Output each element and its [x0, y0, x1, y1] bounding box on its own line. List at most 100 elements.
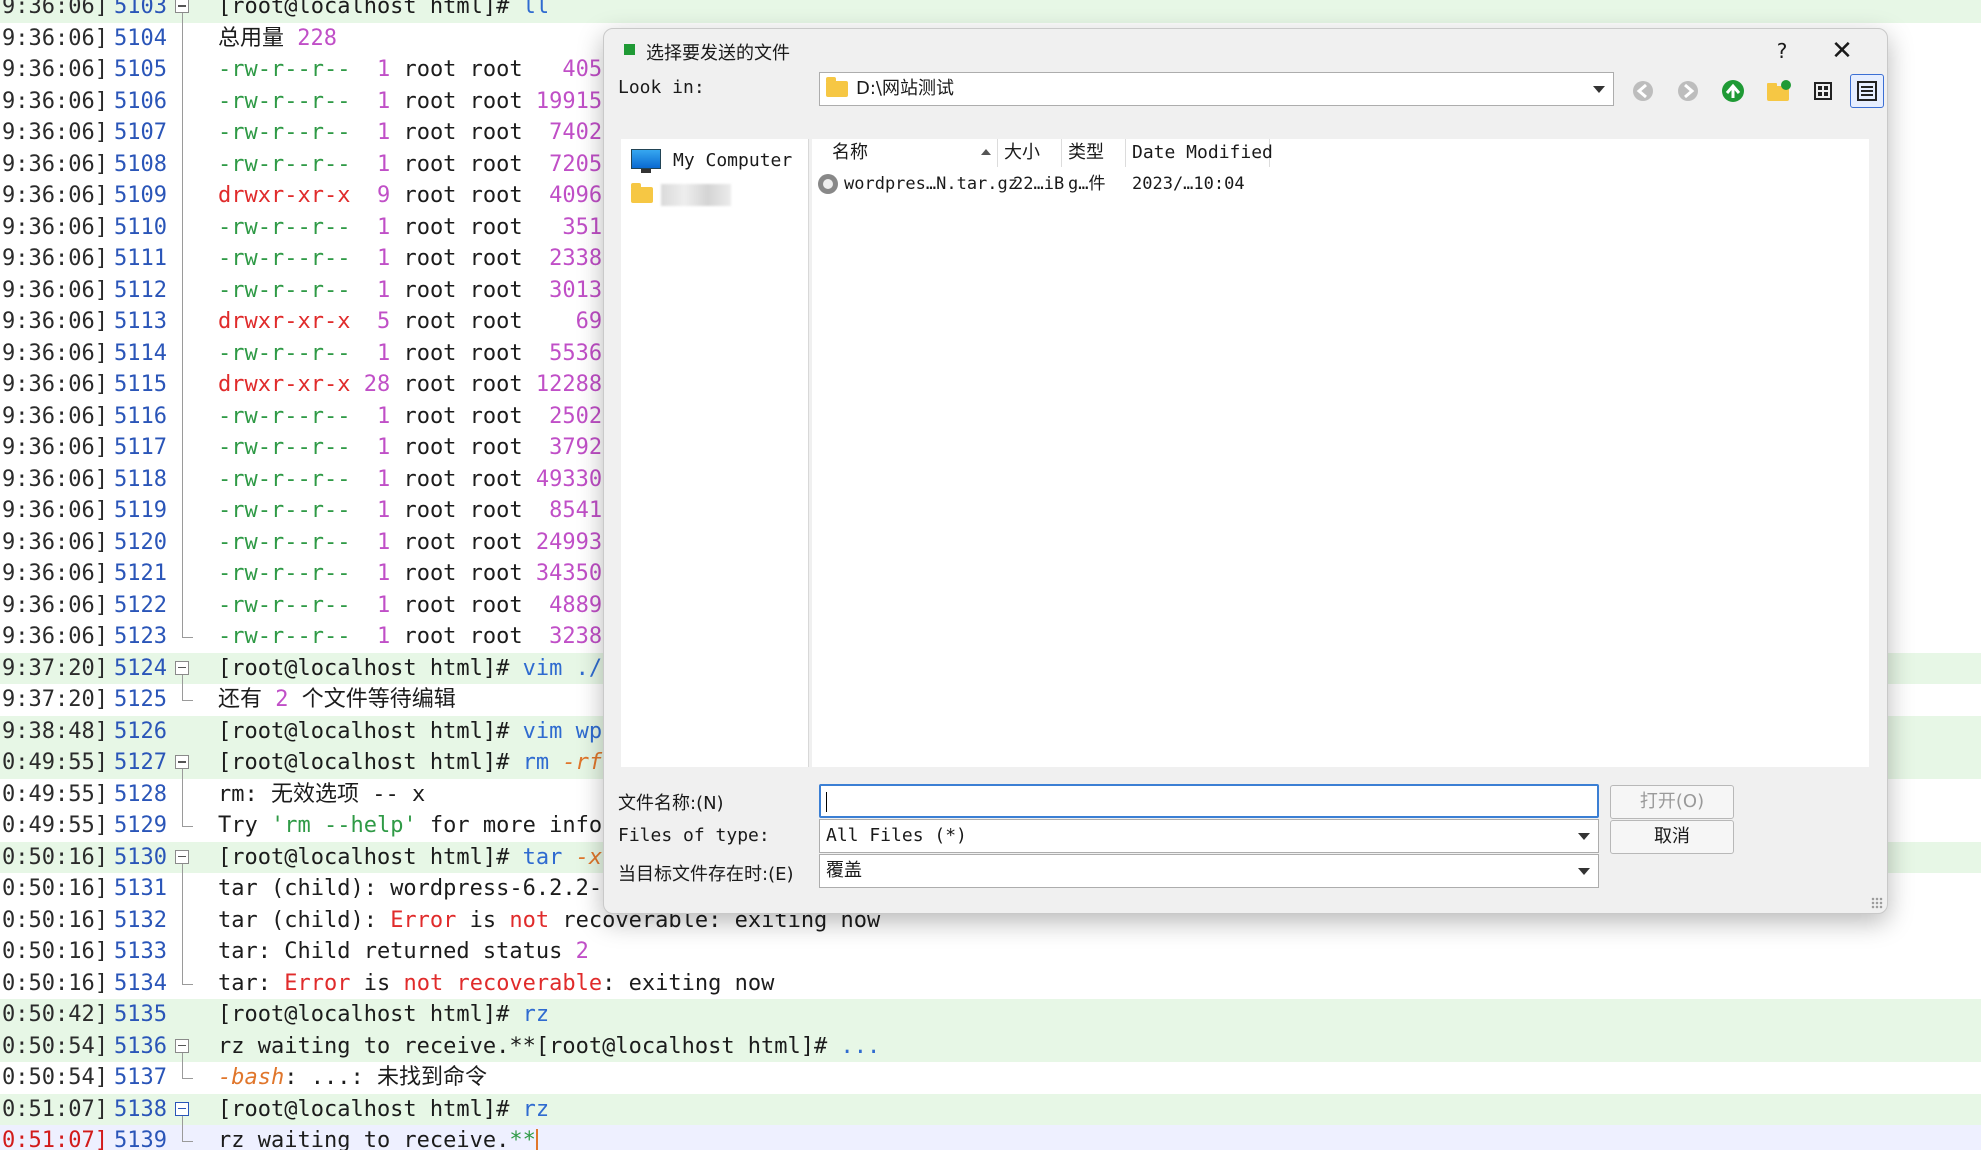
file-date: 2023/…10:04 [1132, 174, 1245, 194]
fold-guide [174, 117, 194, 149]
line-number: 5117 [114, 435, 167, 460]
line-text: -rw-r--r-- 1 root root 34350 [218, 561, 603, 586]
fold-guide [174, 85, 194, 117]
timestamp: 9:36:06] [2, 0, 108, 19]
back-button[interactable] [1626, 74, 1660, 108]
fold-guide [174, 211, 194, 243]
timestamp: 9:36:06] [2, 529, 108, 555]
look-in-label: Look in: [618, 77, 705, 98]
line-text: -rw-r--r-- 1 root root 3013 [218, 277, 603, 303]
terminal-line: 0:50:54] 5136 rz waiting to receive.**[roo… [0, 1030, 1981, 1062]
fold-toggle[interactable] [174, 747, 194, 779]
fold-toggle[interactable] [174, 653, 194, 684]
column-header-type[interactable]: 类型 [1062, 139, 1126, 167]
detail-view-button[interactable] [1850, 74, 1884, 108]
close-button[interactable]: ✕ [1824, 33, 1860, 69]
terminal-line: 0:50:54] 5137 -bash: ...: 未找到命令 [0, 1062, 1981, 1094]
line-number: 5124 [114, 655, 167, 681]
line-number: 5132 [114, 907, 167, 933]
dialog-title: 选择要发送的文件 [646, 43, 790, 64]
line-text: Try 'rm --help' for more info [218, 813, 603, 838]
fold-guide [174, 148, 194, 180]
up-button[interactable] [1716, 74, 1750, 108]
sidebar-item-my-computer[interactable]: My Computer [631, 145, 792, 177]
fold-toggle[interactable] [174, 842, 194, 873]
line-text: 总用量 228 [218, 25, 337, 51]
line-text: -rw-r--r-- 1 root root 24993 [218, 529, 603, 555]
fold-toggle[interactable] [174, 1031, 194, 1062]
line-number: 5131 [114, 876, 167, 901]
fold-end [174, 1125, 194, 1150]
column-header-date[interactable]: Date Modified [1126, 139, 1273, 167]
resize-grip[interactable] [1871, 897, 1883, 909]
sidebar-item-folder[interactable] [631, 179, 731, 211]
line-number: 5136 [114, 1033, 167, 1059]
timestamp: 9:36:06] [2, 435, 108, 460]
fold-guide [174, 337, 194, 369]
line-number: 5126 [114, 718, 167, 744]
fold-guide [174, 904, 194, 936]
timestamp: 9:36:06] [2, 277, 108, 303]
timestamp: 9:36:06] [2, 498, 108, 523]
close-icon: ✕ [1831, 36, 1853, 66]
line-number: 5113 [114, 309, 167, 334]
timestamp: 9:36:06] [2, 25, 108, 51]
timestamp: 0:50:42] [2, 1002, 108, 1027]
line-text: -rw-r--r-- 1 root root 7205 [218, 151, 603, 177]
timestamp: 0:50:16] [2, 907, 108, 933]
fold-toggle[interactable] [174, 1094, 194, 1125]
list-view-button[interactable] [1806, 74, 1840, 108]
fold-end [174, 621, 194, 653]
line-text: -rw-r--r-- 1 root root 2338 [218, 246, 603, 271]
line-number: 5120 [114, 529, 167, 555]
line-number: 5125 [114, 687, 167, 712]
exists-combo[interactable]: 覆盖 [819, 854, 1599, 888]
line-text: -rw-r--r-- 1 root root 405 [218, 57, 603, 82]
line-number: 5110 [114, 214, 167, 240]
line-text: drwxr-xr-x 5 root root 69 [218, 309, 603, 334]
new-folder-button[interactable] [1761, 74, 1795, 108]
line-number: 5118 [114, 466, 167, 492]
filetype-combo[interactable]: All Files (*) [819, 819, 1599, 853]
terminal-line: 0:51:07] 5138 [root@localhost html]# rz [0, 1093, 1981, 1125]
terminal-line: 0:50:16] 5134 tar: Error is not recoverabl… [0, 967, 1981, 1000]
timestamp: 9:36:06] [2, 183, 108, 208]
cancel-button[interactable]: 取消 [1610, 820, 1734, 854]
folder-icon [826, 77, 848, 97]
help-button[interactable]: ? [1764, 33, 1800, 69]
line-number: 5105 [114, 57, 167, 82]
terminal-line: 0:50:16] 5133 tar: Child returned status 2 [0, 936, 1981, 968]
fold-gutter [174, 716, 194, 748]
line-number: 5133 [114, 939, 167, 964]
back-icon [1633, 81, 1653, 101]
fold-guide [174, 558, 194, 590]
forward-button[interactable] [1671, 74, 1705, 108]
fold-guide [174, 463, 194, 495]
file-list[interactable]: 名称 大小 类型 Date Modified wordpres…N.tar.gz… [812, 139, 1869, 767]
fold-guide [174, 778, 194, 810]
column-header-name[interactable]: 名称 [826, 139, 998, 167]
column-header-size[interactable]: 大小 [998, 139, 1062, 167]
chevron-down-icon [1578, 833, 1590, 840]
forward-icon [1678, 81, 1698, 101]
text-caret [826, 792, 827, 812]
detail-view-icon [1857, 81, 1877, 101]
line-text: rz waiting to receive.**[root@localhost … [218, 1033, 881, 1059]
line-text: rm: 无效选项 -- x [218, 781, 426, 807]
fold-guide [174, 306, 194, 338]
filename-input[interactable] [819, 784, 1599, 818]
timestamp: 0:50:54] [2, 1065, 108, 1090]
timestamp: 9:36:06] [2, 403, 108, 429]
timestamp: 0:49:55] [2, 781, 108, 807]
terminal-line: 9:36:06] 5103 [root@localhost html]# ll [0, 0, 1981, 23]
dialog-titlebar[interactable]: 选择要发送的文件 ? ✕ [604, 29, 1887, 73]
fold-toggle[interactable] [174, 0, 194, 23]
fold-guide [174, 936, 194, 968]
open-button[interactable]: 打开(O) [1610, 785, 1734, 819]
line-number: 5103 [114, 0, 167, 19]
look-in-combo[interactable]: D:\网站测试 [819, 72, 1614, 106]
line-text: tar (child): wordpress-6.2.2- [218, 876, 603, 901]
file-row[interactable]: wordpres…N.tar.gz 22…iB g…件 2023/…10:04 [812, 169, 1869, 199]
line-text: [root@localhost html]# vim wp [218, 718, 603, 744]
list-view-icon [1814, 82, 1832, 100]
